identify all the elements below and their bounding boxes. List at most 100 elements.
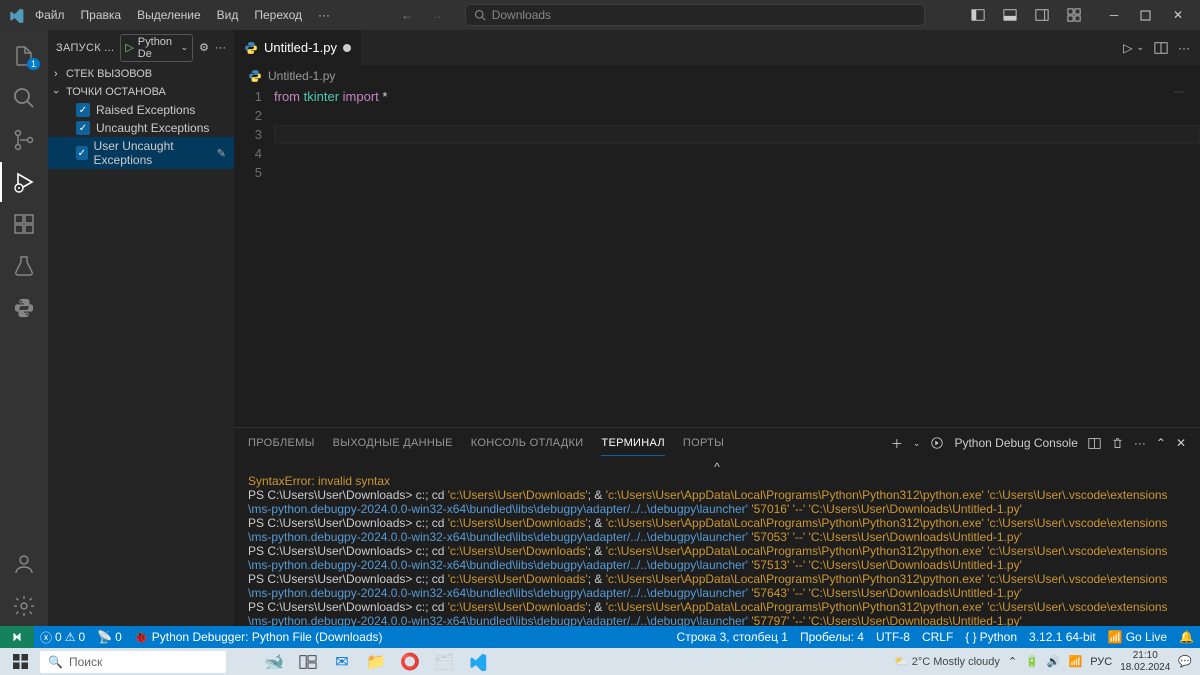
code-editor[interactable]: 12345 from tkinter import * --- bbox=[234, 87, 1200, 427]
chevron-up-icon[interactable]: ⌃ bbox=[1156, 436, 1166, 450]
breakpoint-user-uncaught[interactable]: ✓User Uncaught Exceptions✎ bbox=[48, 137, 234, 169]
activity-explorer-icon[interactable]: 1 bbox=[0, 36, 48, 76]
tab-more-icon[interactable]: ··· bbox=[1178, 41, 1190, 55]
run-chevron-icon[interactable]: ⌄ bbox=[1136, 42, 1144, 53]
remote-icon[interactable] bbox=[0, 626, 34, 648]
activity-search-icon[interactable] bbox=[0, 78, 48, 118]
search-text: Downloads bbox=[492, 8, 551, 22]
status-spaces[interactable]: Пробелы: 4 bbox=[794, 630, 870, 644]
taskbar-search[interactable]: 🔍Поиск bbox=[40, 651, 226, 673]
taskbar-taskview-icon[interactable] bbox=[292, 648, 324, 675]
new-terminal-icon[interactable]: ＋ bbox=[891, 435, 903, 452]
play-icon: ▷ bbox=[125, 41, 133, 54]
taskbar-weather[interactable]: ⛅2°C Mostly cloudy bbox=[894, 655, 1000, 668]
debug-config-dropdown[interactable]: ▷ Python De ⌄ bbox=[120, 34, 193, 62]
terminal-chevron-icon[interactable]: ⌄ bbox=[913, 438, 921, 449]
status-debugger[interactable]: 🐞Python Debugger: Python File (Downloads… bbox=[128, 630, 389, 644]
menu-bar: Файл Правка Выделение Вид Переход ··· bbox=[28, 4, 337, 26]
python-file-icon bbox=[244, 41, 258, 55]
taskbar-mail-icon[interactable]: ✉ bbox=[326, 648, 358, 675]
status-language[interactable]: { } Python bbox=[959, 630, 1023, 644]
breakpoint-raised[interactable]: ✓Raised Exceptions bbox=[48, 101, 234, 119]
chevron-down-icon: ⌄ bbox=[181, 42, 189, 53]
run-icon[interactable]: ▷ bbox=[1123, 41, 1132, 55]
breadcrumb[interactable]: Untitled-1.py bbox=[234, 65, 1200, 87]
shell-label[interactable]: Python Debug Console bbox=[954, 436, 1077, 450]
panel-close-icon[interactable]: ✕ bbox=[1176, 436, 1186, 450]
gear-icon[interactable]: ⚙ bbox=[199, 41, 209, 54]
tray-lang[interactable]: РУС bbox=[1090, 656, 1112, 668]
menu-file[interactable]: Файл bbox=[28, 4, 72, 26]
split-editor-icon[interactable] bbox=[1154, 41, 1168, 55]
tray-wifi-icon[interactable]: 📶 bbox=[1069, 655, 1083, 668]
activity-debug-icon[interactable] bbox=[0, 162, 48, 202]
breakpoint-uncaught[interactable]: ✓Uncaught Exceptions bbox=[48, 119, 234, 137]
tray-notifications-icon[interactable]: 💬 bbox=[1178, 655, 1192, 668]
menu-selection[interactable]: Выделение bbox=[130, 4, 208, 26]
panel-tab-output[interactable]: ВЫХОДНЫЕ ДАННЫЕ bbox=[333, 431, 453, 455]
close-icon[interactable]: ✕ bbox=[1164, 3, 1192, 27]
taskbar-vscode-icon[interactable] bbox=[462, 648, 494, 675]
taskbar-clock[interactable]: 21:1018.02.2024 bbox=[1120, 650, 1170, 674]
nav-arrows: ← → bbox=[401, 8, 443, 22]
bug-icon: 🐞 bbox=[134, 630, 149, 644]
panel-tab-terminal[interactable]: ТЕРМИНАЛ bbox=[601, 431, 664, 456]
bottom-panel: ПРОБЛЕМЫ ВЫХОДНЫЕ ДАННЫЕ КОНСОЛЬ ОТЛАДКИ… bbox=[234, 427, 1200, 626]
status-ports[interactable]: 📡0 bbox=[91, 630, 128, 644]
panel-tab-debugconsole[interactable]: КОНСОЛЬ ОТЛАДКИ bbox=[471, 431, 584, 455]
menu-edit[interactable]: Правка bbox=[74, 4, 129, 26]
status-bell-icon[interactable]: 🔔 bbox=[1173, 630, 1200, 644]
menu-more[interactable]: ··· bbox=[311, 4, 337, 26]
editor-area: Untitled-1.py ▷ ⌄ ··· Untitled-1.py 1234… bbox=[234, 30, 1200, 626]
nav-back-icon[interactable]: ← bbox=[401, 8, 413, 22]
tray-volume-icon[interactable]: 🔊 bbox=[1047, 655, 1061, 668]
modified-dot-icon bbox=[343, 44, 351, 52]
activity-bar: 1 bbox=[0, 30, 48, 626]
menu-go[interactable]: Переход bbox=[247, 4, 309, 26]
sidebar-title: ЗАПУСК ... bbox=[56, 42, 114, 54]
taskbar-opera-icon[interactable]: ⭕ bbox=[394, 648, 426, 675]
split-terminal-icon[interactable] bbox=[1088, 437, 1101, 450]
taskbar-app-icon[interactable]: 🗂 bbox=[428, 648, 460, 675]
activity-extensions-icon[interactable] bbox=[0, 204, 48, 244]
debug-shell-icon[interactable] bbox=[930, 436, 944, 450]
layout-left-icon[interactable] bbox=[964, 3, 992, 27]
activity-settings-icon[interactable] bbox=[0, 586, 48, 626]
panel-more-icon[interactable]: ··· bbox=[1134, 436, 1146, 450]
tray-chevron-icon[interactable]: ⌃ bbox=[1008, 655, 1017, 668]
status-errors[interactable]: ⓧ0 ⚠0 bbox=[34, 629, 91, 646]
status-golive[interactable]: 📶Go Live bbox=[1102, 630, 1173, 644]
section-breakpoints[interactable]: ТОЧКИ ОСТАНОВА bbox=[48, 83, 234, 101]
customize-layout-icon[interactable] bbox=[1060, 3, 1088, 27]
minimap[interactable]: --- bbox=[1174, 87, 1184, 98]
layout-bottom-icon[interactable] bbox=[996, 3, 1024, 27]
nav-forward-icon[interactable]: → bbox=[431, 8, 443, 22]
taskbar-explorer-icon[interactable]: 📁 bbox=[360, 648, 392, 675]
taskbar-whale-icon[interactable]: 🐋 bbox=[258, 648, 290, 675]
error-icon: ⓧ bbox=[40, 629, 52, 646]
status-encoding[interactable]: UTF-8 bbox=[870, 630, 916, 644]
terminal-content[interactable]: ^SyntaxError: invalid syntaxPS C:\Users\… bbox=[234, 458, 1200, 626]
status-cursor[interactable]: Строка 3, столбец 1 bbox=[671, 630, 794, 644]
activity-scm-icon[interactable] bbox=[0, 120, 48, 160]
more-icon[interactable]: ··· bbox=[215, 42, 226, 54]
tray-battery-icon[interactable]: 🔋 bbox=[1025, 655, 1039, 668]
status-eol[interactable]: CRLF bbox=[916, 630, 959, 644]
section-callstack[interactable]: СТЕК ВЫЗОВОВ bbox=[48, 65, 234, 83]
tab-untitled[interactable]: Untitled-1.py bbox=[234, 30, 362, 65]
menu-view[interactable]: Вид bbox=[210, 4, 246, 26]
status-python[interactable]: 3.12.1 64-bit bbox=[1023, 630, 1102, 644]
layout-right-icon[interactable] bbox=[1028, 3, 1056, 27]
pencil-icon[interactable]: ✎ bbox=[217, 147, 226, 160]
maximize-icon[interactable] bbox=[1132, 3, 1160, 27]
code-lines[interactable]: from tkinter import * bbox=[274, 87, 1200, 427]
trash-icon[interactable] bbox=[1111, 437, 1124, 450]
activity-python-icon[interactable] bbox=[0, 288, 48, 328]
minimize-icon[interactable]: ─ bbox=[1100, 3, 1128, 27]
command-center[interactable]: Downloads bbox=[465, 4, 925, 26]
start-button[interactable] bbox=[2, 648, 38, 675]
activity-account-icon[interactable] bbox=[0, 544, 48, 584]
panel-tab-problems[interactable]: ПРОБЛЕМЫ bbox=[248, 431, 315, 455]
activity-testing-icon[interactable] bbox=[0, 246, 48, 286]
panel-tab-ports[interactable]: ПОРТЫ bbox=[683, 431, 724, 455]
